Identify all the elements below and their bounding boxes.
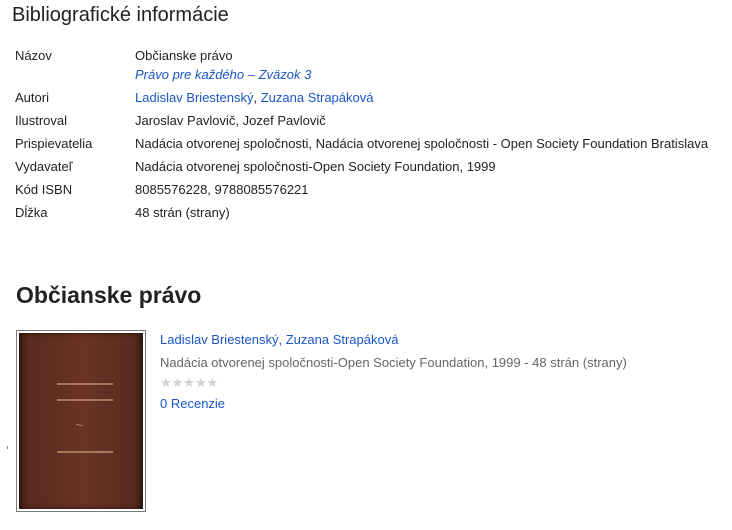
book-cover-image: ~ (19, 333, 143, 509)
bib-label-length: Dĺžka (15, 205, 48, 220)
bib-value-authors: Ladislav Briestenský, Zuzana Strapáková (135, 88, 708, 111)
bib-label-publisher: Vydavateľ (15, 159, 73, 174)
book-title: Občianske právo (16, 282, 202, 308)
bib-row-contributors: Prispievatelia Nadácia otvorenej spoločn… (12, 134, 708, 157)
cover-ornament-icon: ~ (75, 417, 84, 433)
cover-decor-line (57, 399, 113, 401)
bib-value-title: Občianske právo Právo pre každého – Zväz… (135, 46, 708, 88)
edge-mark (7, 446, 8, 449)
cover-decor-line (57, 451, 113, 453)
bib-row-length: Dĺžka 48 strán (strany) (12, 203, 708, 226)
bib-label-authors: Autori (15, 90, 49, 105)
bib-value-contributors: Nadácia otvorenej spoločnosti, Nadácia o… (135, 136, 709, 151)
bib-row-isbn: Kód ISBN 8085576228, 9788085576221 (12, 180, 708, 203)
bib-row-title: Názov Občianske právo Právo pre každého … (12, 46, 708, 88)
cover-decor-line (57, 383, 113, 385)
bib-label-title: Názov (15, 48, 52, 63)
series-link[interactable]: Právo pre každého – Zväzok 3 (135, 65, 708, 84)
book-cover[interactable]: ~ (16, 330, 146, 512)
bib-row-authors: Autori Ladislav Briestenský, Zuzana Stra… (12, 88, 708, 111)
bib-row-publisher: Vydavateľ Nadácia otvorenej spoločnosti-… (12, 157, 708, 180)
bib-value-isbn: 8085576228, 9788085576221 (135, 182, 309, 197)
bib-value-publisher: Nadácia otvorenej spoločnosti-Open Socie… (135, 159, 496, 174)
reviews-link[interactable]: 0 Recenzie (160, 396, 627, 412)
author-separator: , (253, 90, 261, 105)
bib-label-contributors: Prispievatelia (15, 136, 93, 151)
book-authors-link[interactable]: Ladislav Briestenský, Zuzana Strapáková (160, 332, 398, 347)
bib-value-illustrator: Jaroslav Pavlovič, Jozef Pavlovič (135, 113, 326, 128)
author-link-1[interactable]: Ladislav Briestenský (135, 90, 254, 105)
book-publication: Nadácia otvorenej spoločnosti-Open Socie… (160, 355, 627, 370)
section-heading: Bibliografické informácie (12, 4, 229, 26)
bibliographic-table: Názov Občianske právo Právo pre každého … (12, 46, 708, 226)
bib-label-illustrator: Ilustroval (15, 113, 68, 128)
bib-label-isbn: Kód ISBN (15, 182, 73, 197)
bib-row-illustrator: Ilustroval Jaroslav Pavlovič, Jozef Pavl… (12, 111, 708, 134)
bib-value-length: 48 strán (strany) (135, 205, 230, 220)
book-meta: Ladislav Briestenský, Zuzana Strapáková … (160, 332, 627, 412)
rating-stars-icon: ★★★★★ (160, 375, 219, 390)
bib-title-text: Občianske právo (135, 48, 233, 63)
author-link-2[interactable]: Zuzana Strapáková (261, 90, 374, 105)
